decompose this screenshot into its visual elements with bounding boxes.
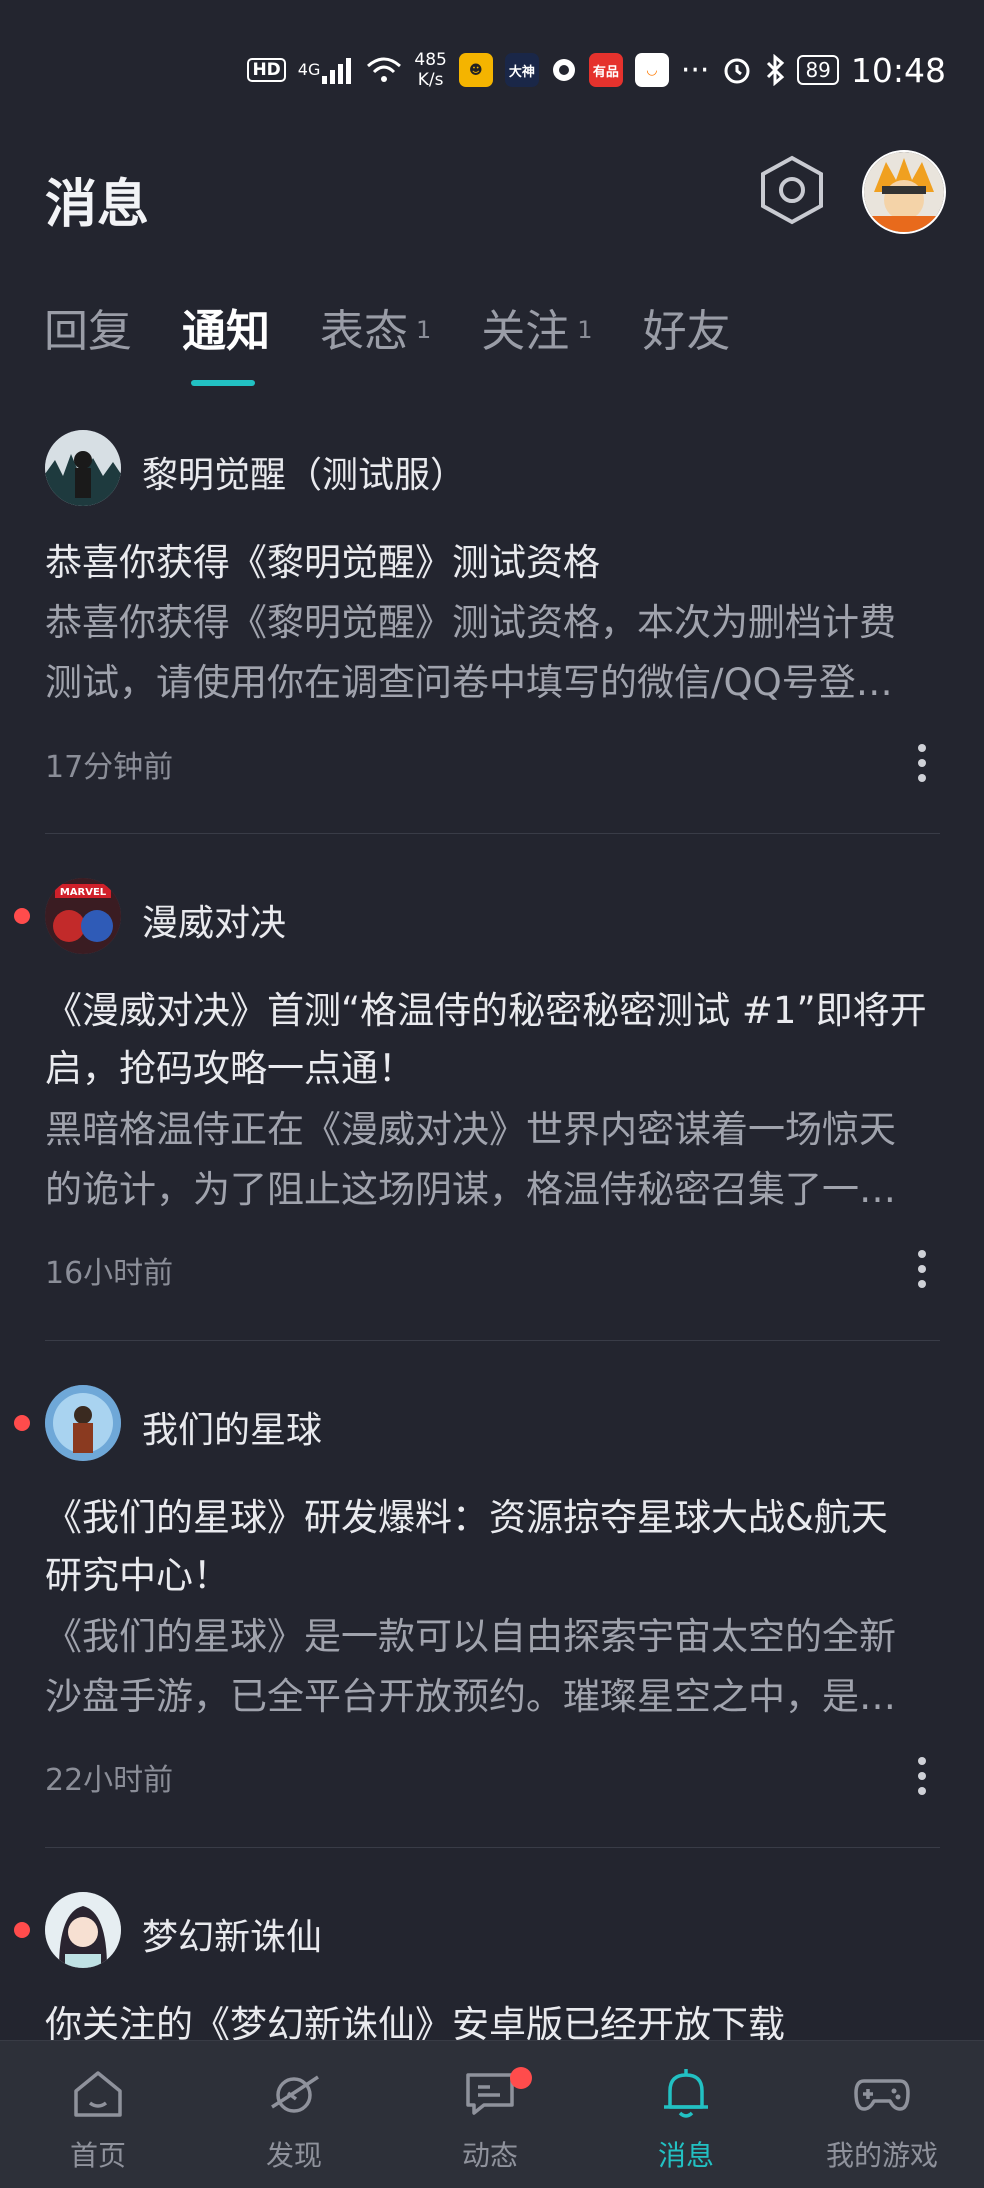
battery-icon: 89 <box>797 55 839 85</box>
nav-label: 首页 <box>69 2139 126 2172</box>
hd-indicator: HD <box>247 58 286 82</box>
bluetooth-icon <box>765 54 785 86</box>
active-tab-indicator <box>191 380 255 386</box>
nav-label: 发现 <box>265 2139 322 2172</box>
wifi-icon <box>366 56 402 84</box>
notification-body-line: 的诡计，为了阻止这场阴谋，格温侍秘密召集了一… <box>45 1168 896 1211</box>
status-bar: HD 4G 485 K/s ☻ 大神 有品 ◡ ··· 89 10:48 <box>0 0 984 130</box>
source-avatar: MARVEL <box>45 878 121 954</box>
divider <box>45 1847 940 1848</box>
tab-notifications[interactable]: 通知 <box>182 295 270 385</box>
vertical-dots-icon <box>918 744 926 782</box>
notification-source: 梦幻新诛仙 <box>142 1917 323 1958</box>
notification-title-line: 《漫威对决》首测“格温侍的秘密秘密测试 #1”即将开 <box>45 989 927 1032</box>
alarm-icon <box>721 54 753 86</box>
unread-dot <box>14 1922 30 1938</box>
home-icon <box>74 2071 122 2117</box>
tab-replies[interactable]: 回复 <box>44 295 132 385</box>
app-notification-icon: ☻ <box>458 53 493 87</box>
gamepad-icon <box>854 2079 910 2111</box>
notification-title: 恭喜你获得《黎明觉醒》测试资格 <box>45 541 600 584</box>
unread-dot <box>14 908 30 924</box>
notification-time: 16小时前 <box>45 1256 174 1291</box>
tab-count-badge: 1 <box>416 316 432 344</box>
more-options-button[interactable] <box>902 1244 942 1294</box>
user-avatar[interactable] <box>862 150 946 234</box>
nav-activity[interactable]: 动态 <box>392 2041 588 2188</box>
svg-text:MARVEL: MARVEL <box>60 887 107 898</box>
notification-time: 22小时前 <box>45 1763 174 1798</box>
page-title: 消息 <box>45 175 150 235</box>
bell-icon <box>664 2069 708 2118</box>
more-options-button[interactable] <box>902 1751 942 1801</box>
notification-body-line: 《我们的星球》是一款可以自由探索宇宙太空的全新 <box>45 1615 896 1658</box>
notification-source: 我们的星球 <box>142 1410 323 1451</box>
notification-body-line: 测试，请使用你在调查问卷中填写的微信/QQ号登… <box>45 661 893 704</box>
dashen-app-icon: 大神 <box>504 53 539 87</box>
divider <box>45 833 940 834</box>
more-notifications-icon: ··· <box>680 52 710 88</box>
more-options-button[interactable] <box>902 738 942 788</box>
bottom-navigation: 首页 发现 动态 消息 我的游戏 <box>0 2040 984 2188</box>
nav-discover[interactable]: 发现 <box>196 2041 392 2188</box>
nav-label: 消息 <box>657 2139 714 2172</box>
tab-follows[interactable]: 关注 1 <box>481 295 592 385</box>
nav-my-games[interactable]: 我的游戏 <box>784 2041 980 2188</box>
tab-count-badge: 1 <box>577 316 593 344</box>
notification-title-line: 启，抢码攻略一点通！ <box>45 1047 415 1090</box>
network-speed: 485 K/s <box>414 50 447 90</box>
source-avatar <box>45 1892 121 1968</box>
source-avatar <box>45 1385 121 1461</box>
notification-source: 漫威对决 <box>142 903 287 944</box>
source-avatar <box>45 430 121 506</box>
avatar-image <box>864 152 944 232</box>
tab-friends[interactable]: 好友 <box>643 295 731 385</box>
planet-icon <box>271 2075 319 2113</box>
notification-source: 黎明觉醒（测试服） <box>142 455 467 496</box>
didi-app-icon: ◡ <box>634 53 669 87</box>
nav-messages[interactable]: 消息 <box>588 2041 784 2188</box>
record-icon <box>551 57 577 83</box>
tab-reactions[interactable]: 表态 1 <box>320 295 431 385</box>
settings-hexagon-icon <box>761 155 823 225</box>
nav-home[interactable]: 首页 <box>0 2041 196 2188</box>
notification-title-line: 研究中心！ <box>45 1554 230 1597</box>
nav-label: 我的游戏 <box>825 2139 938 2172</box>
divider <box>45 1340 940 1341</box>
notification-body-line: 黑暗格温侍正在《漫威对决》世界内密谋着一场惊天 <box>45 1108 896 1151</box>
notification-title-line: 《我们的星球》研发爆料：资源掠夺星球大战&航天 <box>45 1496 888 1539</box>
unread-badge <box>510 2067 532 2089</box>
vertical-dots-icon <box>918 1757 926 1795</box>
header: 消息 <box>0 150 984 270</box>
notification-body-line: 沙盘手游，已全平台开放预约。璀璨星空之中，是… <box>45 1675 896 1718</box>
nav-label: 动态 <box>461 2139 518 2172</box>
cellular-signal-icon: 4G <box>298 56 355 84</box>
vertical-dots-icon <box>918 1250 926 1288</box>
notification-body-line: 恭喜你获得《黎明觉醒》测试资格，本次为删档计费 <box>45 601 896 644</box>
settings-button[interactable] <box>757 150 827 230</box>
clock: 10:48 <box>850 50 946 90</box>
unread-dot <box>14 1415 30 1431</box>
notification-time: 17分钟前 <box>45 750 174 785</box>
youpin-app-icon: 有品 <box>588 53 623 87</box>
message-tabs: 回复 通知 表态 1 关注 1 好友 <box>44 295 781 385</box>
